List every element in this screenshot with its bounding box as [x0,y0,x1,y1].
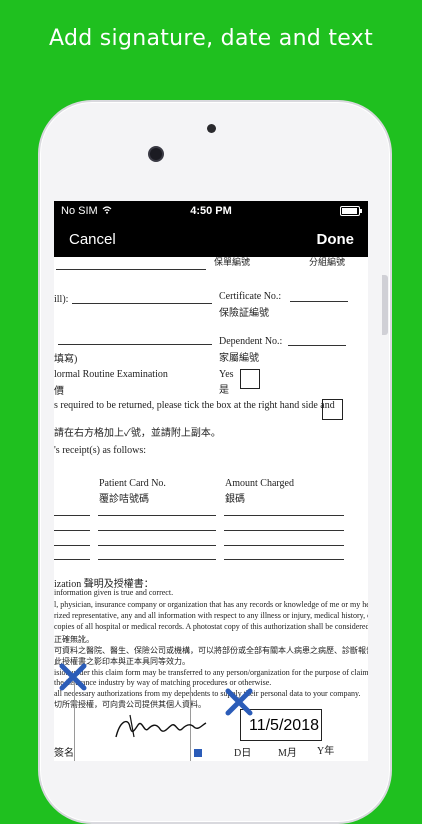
form-line [98,559,216,560]
phone-side-button [382,275,388,335]
status-bar: No SIM 4:50 PM [54,201,368,221]
authorization-text-zh: 可資料之醫院、醫生、保險公司或機構，可以將部份或全部有關本人病患之病歷、診斷報告… [54,646,368,655]
phone-sensor [207,124,216,133]
authorization-text: ision under this claim form may be trans… [54,668,368,677]
fill-label-zh: 填寫) [54,354,78,365]
yes-checkbox [240,369,260,389]
authorization-text: information given is true and correct. [54,588,174,597]
status-time: 4:50 PM [190,205,232,217]
date-day-label: D日 [234,748,252,759]
front-camera-icon [150,148,162,160]
form-line [58,344,212,345]
authorization-text: copies of all hospital or medical record… [54,622,368,631]
date-month-label: M月 [278,748,297,759]
form-line [98,515,216,516]
patient-card-header-zh: 覆診咭號碼 [99,494,149,505]
certificate-label: Certificate No.: [219,291,282,302]
yes-label: Yes [219,369,234,380]
dependent-label: Dependent No.: [219,336,283,347]
routine-label-zh: 價 [54,386,64,397]
headline: Add signature, date and text [48,26,373,51]
form-line [56,269,206,270]
authorization-text: all necessary authorizations from my dep… [54,689,361,698]
returned-text: s required to be returned, please tick t… [54,400,335,411]
patient-card-header: Patient Card No. [99,478,166,489]
form-line [54,545,90,546]
form-line [288,345,346,346]
delete-annotation-icon[interactable] [224,687,254,717]
returned-checkbox [322,399,343,420]
form-line [224,515,344,516]
date-stamp-text[interactable]: 11/5/2018 [249,717,319,735]
dependent-label-zh: 家屬編號 [219,353,259,364]
amount-header: Amount Charged [225,478,294,489]
policy-label: 保單編號 [214,257,251,267]
form-line [224,530,344,531]
certificate-label-zh: 保險証編號 [219,308,269,319]
authorization-text: rized representative, any and all inform… [54,611,368,620]
form-line [54,515,90,516]
authorization-text-zh: 正確無訛。 [54,635,94,644]
authorization-text-zh: 切所需授權，可向貴公司提供其個人資料。 [54,700,206,709]
form-line [224,559,344,560]
resize-handle[interactable] [194,749,202,757]
receipt-text: 's receipt(s) as follows: [54,445,147,456]
returned-text-zh: 請在右方格加上✓號，並請附上副本。 [54,428,221,439]
form-line [290,301,348,302]
phone-screen: No SIM 4:50 PM Cancel Done 保單編號 分組編號 ill… [54,201,368,761]
done-button[interactable]: Done [317,231,355,248]
amount-header-zh: 銀碼 [225,494,245,505]
authorization-text: l, physician, insurance company or organ… [54,600,368,609]
group-label: 分組編號 [309,257,346,267]
form-line [98,545,216,546]
nav-bar: Cancel Done [54,221,368,257]
form-line [54,559,90,560]
battery-icon [340,206,362,216]
delete-annotation-icon[interactable] [58,662,88,692]
form-line [54,530,90,531]
signature-label-zh: 簽名 [54,748,74,759]
yes-label-zh: 是 [219,385,229,396]
form-line [98,530,216,531]
signature-drawing[interactable] [112,711,210,741]
cancel-button[interactable]: Cancel [69,231,116,248]
document-canvas[interactable]: 保單編號 分組編號 ill): Certificate No.: 保險証編號 D… [54,257,368,761]
form-line [72,303,212,304]
form-line [224,545,344,546]
ill-label: ill): [54,294,69,305]
routine-label: lormal Routine Examination [54,369,168,380]
